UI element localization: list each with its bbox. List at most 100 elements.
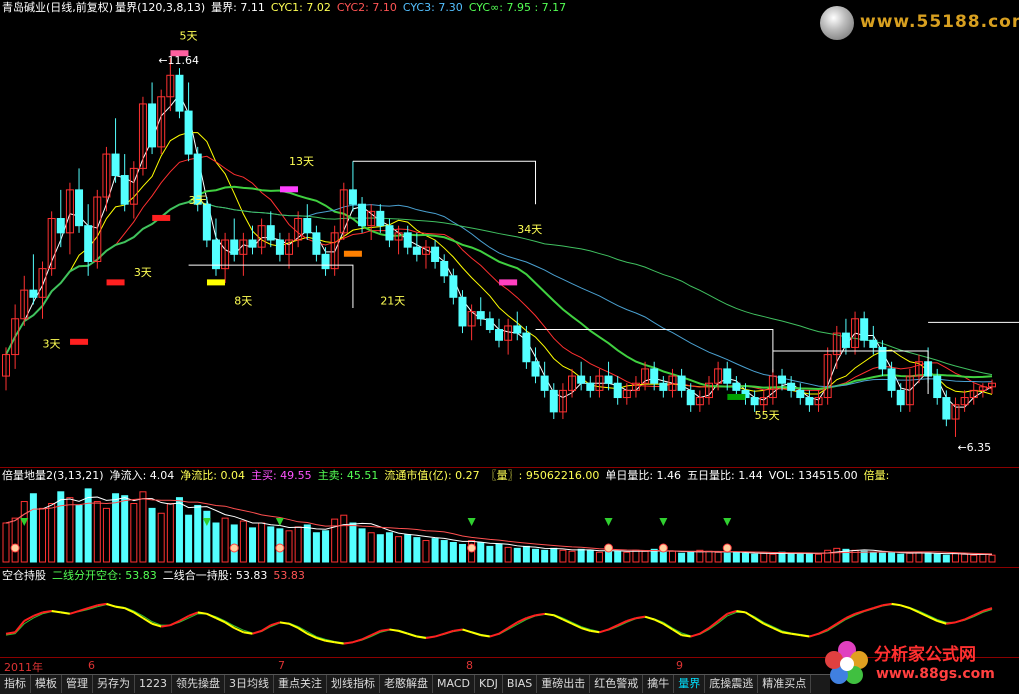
volume-bar [559, 549, 567, 563]
osc-segment [781, 631, 792, 635]
candle-body [120, 175, 129, 205]
osc-segment [936, 619, 947, 625]
osc-segment [982, 607, 993, 612]
candle-body [613, 382, 622, 399]
volume-bar [294, 526, 302, 563]
volume-bar [705, 550, 713, 563]
double-volume-dot-icon [467, 543, 477, 553]
volume-header: 倍量地量2(3,13,21) 净流入: 4.04 净流比: 0.04 主买: 49.5… [2, 469, 895, 483]
osc-segment [434, 632, 445, 638]
signal-marker [727, 393, 746, 400]
volume-bar [888, 551, 896, 563]
volume-bar [431, 538, 439, 563]
volume-bar [395, 536, 403, 563]
toolbar-item-16[interactable]: 量界 [674, 675, 706, 693]
candle-body [385, 225, 394, 241]
volume-bar [66, 497, 74, 563]
double-volume-dot-icon [722, 543, 732, 553]
osc-segment [854, 610, 865, 615]
toolbar-item-18[interactable]: 精准买点 [758, 675, 812, 693]
toolbar-item-0[interactable]: 指标 [0, 675, 31, 693]
osc-segment [243, 631, 253, 635]
candle-body [175, 74, 184, 112]
volume-bar [130, 503, 138, 563]
osc-indicator-name: 空仓持股 [2, 569, 46, 582]
candle-body [513, 325, 522, 334]
osc-segment [325, 639, 335, 644]
volume-bar [495, 543, 503, 563]
divider-volume[interactable] [0, 467, 1019, 468]
ma-line-8 [5, 132, 993, 395]
osc-segment [891, 602, 901, 607]
volume-bar [906, 552, 914, 563]
osc-segment [453, 628, 463, 632]
osc-segment [97, 602, 107, 607]
volume-bar [139, 491, 147, 563]
osc-segment [416, 635, 427, 639]
volume-bar [458, 543, 466, 563]
toolbar-item-10[interactable]: MACD [433, 675, 475, 693]
osc-segment [5, 631, 16, 635]
toolbar-item-14[interactable]: 红色警戒 [590, 675, 644, 693]
green-arrow-icon [723, 518, 732, 526]
double-volume-dot-icon [275, 543, 285, 553]
toolbar-item-8[interactable]: 划线指标 [327, 675, 380, 693]
volume-bar [413, 537, 421, 563]
candle-body [586, 382, 595, 391]
toolbar-item-11[interactable]: KDJ [475, 675, 503, 693]
candle-body [732, 382, 741, 391]
osc-segment [425, 635, 436, 639]
osc-segment [644, 615, 655, 621]
toolbar-item-7[interactable]: 重点关注 [274, 675, 327, 693]
toolbar-item-9[interactable]: 老憨解盘 [380, 675, 433, 693]
volume-bar [915, 551, 923, 563]
candle-body [476, 311, 485, 320]
volume-bar [312, 532, 320, 563]
volume-bar [961, 553, 969, 563]
toolbar-item-17[interactable]: 底操震逃 [705, 675, 759, 693]
volume-bar [924, 552, 932, 563]
divider-oscillator[interactable] [0, 567, 1019, 568]
watermark-top: www.55188.com [820, 6, 1019, 40]
candle-body [860, 318, 869, 341]
volume-bar [787, 552, 795, 563]
osc-segment [535, 612, 545, 617]
toolbar-item-13[interactable]: 重磅出击 [537, 675, 591, 693]
flower-logo-icon [825, 641, 868, 684]
candle-body [148, 103, 157, 148]
signal-marker [280, 186, 299, 193]
toolbar-item-4[interactable]: 1223 [135, 675, 172, 693]
toolbar-item-12[interactable]: BIAS [503, 675, 538, 693]
osc-segment [51, 609, 61, 614]
candle-body [358, 203, 367, 227]
volume-bar [2, 522, 10, 563]
candle-body [431, 246, 440, 262]
time-label-jul: 7 [278, 659, 285, 672]
toolbar-item-3[interactable]: 另存为 [93, 675, 135, 693]
toolbar-item-2[interactable]: 管理 [62, 675, 93, 693]
osc-segment [580, 627, 591, 632]
volume-bar [185, 514, 193, 563]
osc-segment [480, 634, 491, 638]
net-inflow: 净流入: 4.04 [109, 469, 175, 482]
volume-bar [805, 552, 813, 563]
boundary-step [928, 321, 1019, 323]
candle-body [942, 397, 951, 420]
volume-bar [230, 524, 238, 563]
chart-canvas[interactable]: ←11.64←6.355天13天3天3天3天8天21天34天55天89天 [0, 0, 1019, 693]
toolbar-item-1[interactable]: 模板 [31, 675, 62, 693]
watermark-bottom: 分析家公式网 www.88gs.com [822, 638, 1017, 692]
volume-bar [422, 540, 430, 563]
osc-segment [197, 611, 208, 615]
toolbar-item-15[interactable]: 擒牛 [643, 675, 675, 693]
volume-bar [878, 552, 886, 563]
osc-segment [42, 609, 52, 614]
candle-body [796, 389, 805, 399]
candle-body [211, 239, 220, 270]
toolbar-item-5[interactable]: 领先操盘 [172, 675, 225, 693]
ma-line-13 [5, 155, 993, 391]
volume-bar [477, 542, 485, 563]
volume-bar [678, 552, 686, 563]
toolbar-item-6[interactable]: 3日均线 [225, 675, 274, 693]
boundary-step [352, 160, 537, 205]
